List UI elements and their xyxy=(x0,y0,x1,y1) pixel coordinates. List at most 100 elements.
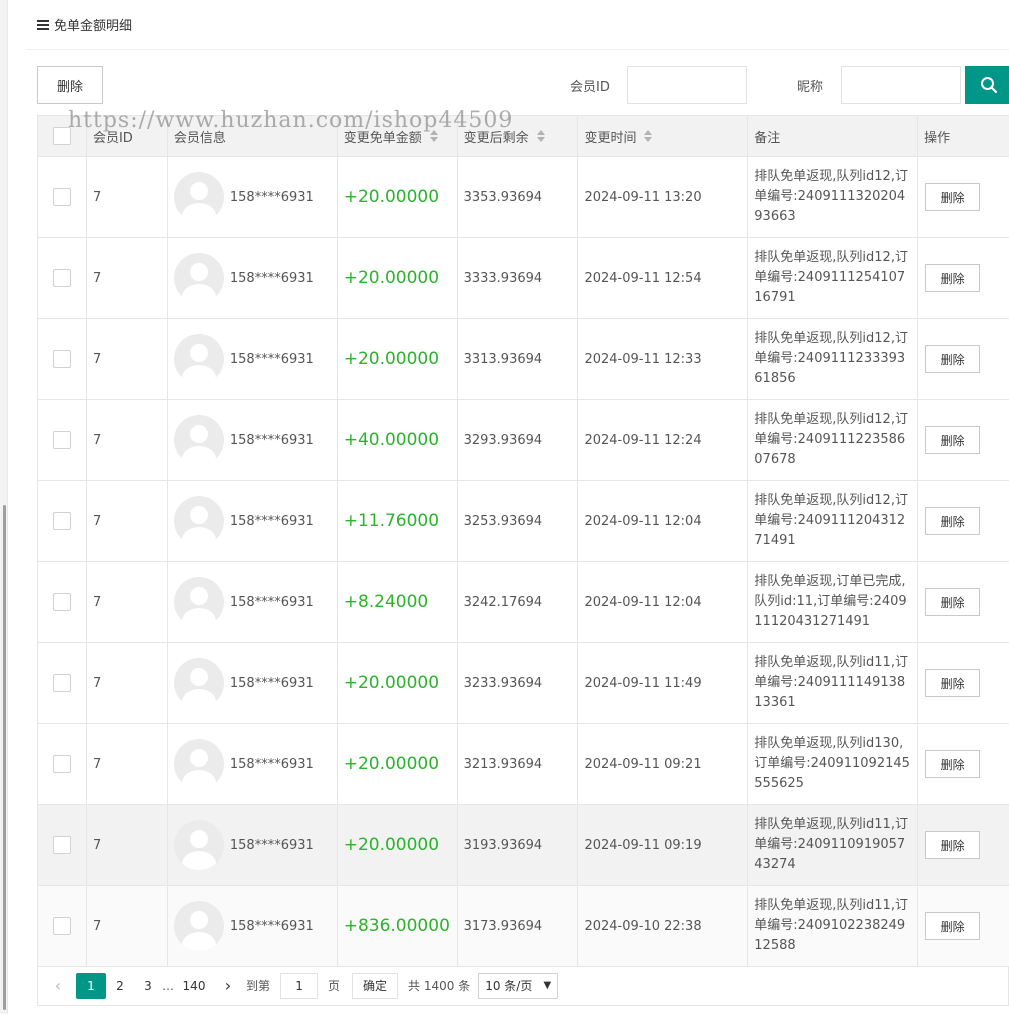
row-select-cell xyxy=(38,238,87,318)
avatar xyxy=(173,658,224,708)
time-cell: 2024-09-11 09:19 xyxy=(578,805,749,885)
member-info-cell: 158****6931 xyxy=(168,562,338,642)
column-time[interactable]: 变更时间 xyxy=(578,116,749,156)
table-row: 7 158****6931 +20.00000 3193.93694 2024-09-1… xyxy=(38,805,1009,886)
delete-button[interactable]: 删除 xyxy=(925,912,981,940)
member-id-cell: 7 xyxy=(87,319,168,399)
sort-icon[interactable] xyxy=(644,130,653,142)
avatar xyxy=(173,415,224,465)
batch-delete-button[interactable]: 删除 xyxy=(37,66,103,104)
member-id-input[interactable] xyxy=(627,66,747,104)
row-checkbox[interactable] xyxy=(52,350,71,368)
action-cell: 删除 xyxy=(918,319,1009,399)
row-select-cell xyxy=(38,643,87,723)
remaining-cell: 3242.17694 xyxy=(458,562,579,642)
member-id-label: 会员ID xyxy=(570,80,610,95)
row-checkbox[interactable] xyxy=(52,431,71,449)
avatar xyxy=(173,334,224,384)
table-row: 7 158****6931 +20.00000 3333.93694 2024-09-1… xyxy=(38,238,1009,319)
row-checkbox[interactable] xyxy=(52,674,71,692)
member-phone: 158****6931 xyxy=(229,756,314,772)
amount-cell: +20.00000 xyxy=(338,319,458,399)
avatar xyxy=(173,820,224,870)
member-info-cell: 158****6931 xyxy=(168,724,338,804)
page-size-value: 10 条/页 xyxy=(485,979,533,993)
time-cell: 2024-09-11 12:04 xyxy=(578,481,749,561)
member-info-cell: 158****6931 xyxy=(168,400,338,480)
delete-button[interactable]: 删除 xyxy=(925,426,981,454)
page-last[interactable]: 140 xyxy=(180,973,208,999)
amount-cell: +11.76000 xyxy=(338,481,458,561)
amount-cell: +8.24000 xyxy=(338,562,458,642)
page-size-select[interactable]: 10 条/页 ▼ xyxy=(478,972,559,999)
action-cell: 删除 xyxy=(918,886,1009,966)
row-checkbox[interactable] xyxy=(52,269,71,287)
goto-label: 到第 xyxy=(246,979,271,993)
member-info-cell: 158****6931 xyxy=(168,319,338,399)
time-cell: 2024-09-11 12:24 xyxy=(578,400,749,480)
row-select-cell xyxy=(38,724,87,804)
time-cell: 2024-09-10 22:38 xyxy=(578,886,749,966)
delete-button[interactable]: 删除 xyxy=(925,507,981,535)
row-checkbox[interactable] xyxy=(52,917,71,935)
goto-page-input[interactable]: 1 xyxy=(280,972,319,999)
remaining-cell: 3233.93694 xyxy=(458,643,579,723)
goto-confirm-button[interactable]: 确定 xyxy=(352,972,399,999)
column-time-label: 变更时间 xyxy=(584,130,637,146)
member-phone: 158****6931 xyxy=(229,918,314,934)
delete-button[interactable]: 删除 xyxy=(925,345,981,373)
row-checkbox[interactable] xyxy=(52,755,71,773)
page-3[interactable]: 3 xyxy=(134,973,162,999)
amount-cell: +20.00000 xyxy=(338,805,458,885)
member-phone: 158****6931 xyxy=(229,837,314,853)
avatar xyxy=(173,739,224,789)
avatar xyxy=(173,901,224,951)
toolbar: 删除 会员ID 昵称 xyxy=(37,66,1009,104)
sort-icon[interactable] xyxy=(536,130,545,142)
row-select-cell xyxy=(38,481,87,561)
nickname-input[interactable] xyxy=(841,66,961,104)
delete-button[interactable]: 删除 xyxy=(925,264,981,292)
amount-cell: +40.00000 xyxy=(338,400,458,480)
row-checkbox[interactable] xyxy=(52,188,71,206)
remark-cell: 排队免单返现,队列id12,订单编号:240911125410716791 xyxy=(748,238,919,318)
remark-text: 排队免单返现,队列id12,订单编号:240911120431271491 xyxy=(754,493,908,548)
member-id-cell: 7 xyxy=(87,643,168,723)
remaining-cell: 3253.93694 xyxy=(458,481,579,561)
amount-value: +40.00000 xyxy=(343,430,440,450)
page-1[interactable]: 1 xyxy=(76,972,106,999)
page-2[interactable]: 2 xyxy=(106,973,134,999)
amount-value: +8.24000 xyxy=(343,592,429,612)
next-page-icon[interactable]: › xyxy=(216,976,240,995)
prev-page-icon[interactable]: ‹ xyxy=(46,976,70,995)
row-checkbox[interactable] xyxy=(52,593,71,611)
remark-cell: 排队免单返现,队列id11,订单编号:240910223824912588 xyxy=(748,886,919,966)
action-cell: 删除 xyxy=(918,481,1009,561)
avatar xyxy=(173,253,224,303)
row-select-cell xyxy=(38,400,87,480)
remaining-cell: 3293.93694 xyxy=(458,400,579,480)
row-select-cell xyxy=(38,319,87,399)
member-info-cell: 158****6931 xyxy=(168,157,338,237)
row-checkbox[interactable] xyxy=(52,512,71,530)
page-unit-label: 页 xyxy=(328,979,341,993)
detail-table: 会员ID 会员信息 变更免单金额 变更后剩余 变更时间 备注 操作 7 158**… xyxy=(37,115,1009,967)
member-phone: 158****6931 xyxy=(229,432,314,448)
delete-button[interactable]: 删除 xyxy=(925,588,981,616)
row-checkbox[interactable] xyxy=(52,836,71,854)
time-cell: 2024-09-11 12:04 xyxy=(578,562,749,642)
page-ellipsis: … xyxy=(162,978,174,993)
left-scrollbar-thumb[interactable] xyxy=(3,505,6,1010)
delete-button[interactable]: 删除 xyxy=(925,669,981,697)
search-button[interactable] xyxy=(965,66,1009,104)
delete-button[interactable]: 删除 xyxy=(925,750,981,778)
member-info-cell: 158****6931 xyxy=(168,481,338,561)
member-id-cell: 7 xyxy=(87,805,168,885)
delete-button[interactable]: 删除 xyxy=(925,183,981,211)
member-info-cell: 158****6931 xyxy=(168,886,338,966)
delete-button[interactable]: 删除 xyxy=(925,831,981,859)
remark-cell: 排队免单返现,队列id11,订单编号:240911114913813361 xyxy=(748,643,919,723)
member-id-cell: 7 xyxy=(87,886,168,966)
column-remark: 备注 xyxy=(748,116,919,156)
detail-panel: 免单金额明细 删除 会员ID 昵称 会员ID 会员信息 变更免单金额 变更后剩余… xyxy=(26,0,1009,1014)
